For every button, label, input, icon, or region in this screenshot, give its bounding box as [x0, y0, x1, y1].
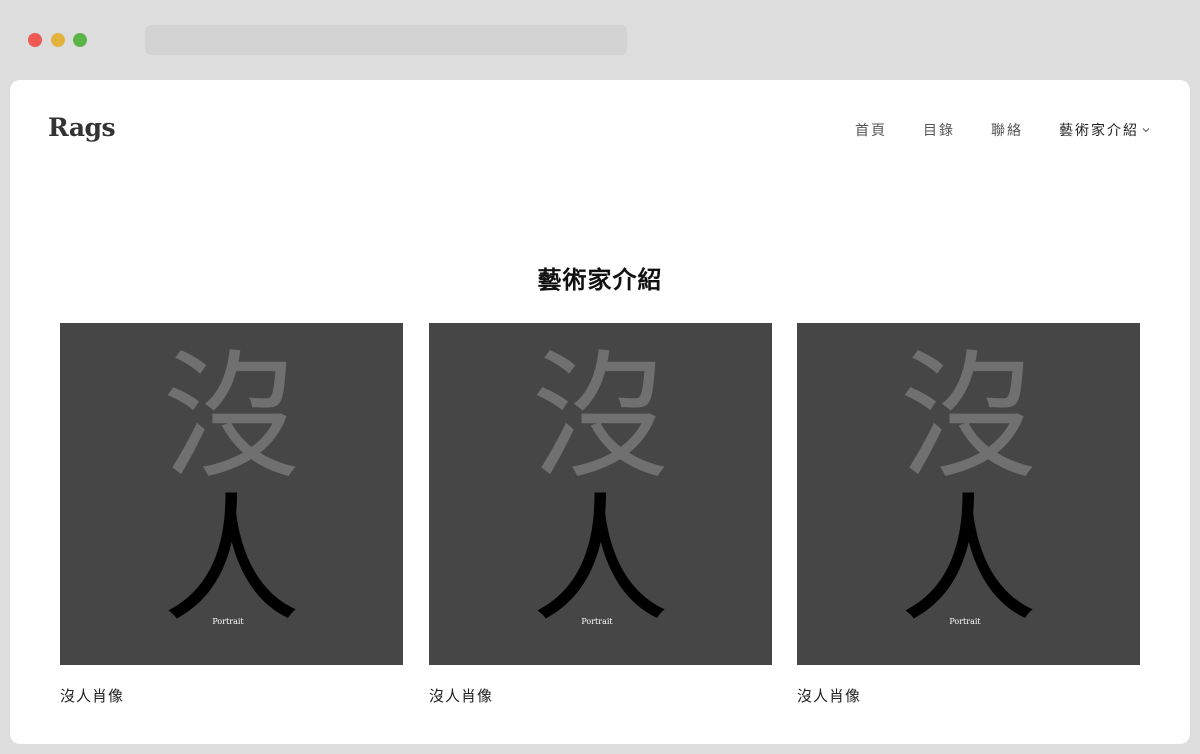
card-image-subtitle: Portrait: [581, 617, 613, 626]
main-nav: 首頁 目錄 聯絡 藝術家介紹: [819, 120, 1151, 140]
site-logo[interactable]: Rags: [48, 113, 116, 142]
card-glyph-bottom: 人: [162, 480, 301, 641]
card-caption[interactable]: 沒人肖像: [60, 685, 403, 706]
chevron-down-icon: [1142, 128, 1150, 133]
web-page: Rags 首頁 目錄 聯絡 藝術家介紹 藝術家介紹 沒 人 Portrait 沒…: [10, 80, 1190, 744]
card-image-subtitle: Portrait: [949, 617, 981, 626]
card-glyph-top: 沒: [162, 337, 301, 498]
page-title: 藝術家介紹: [537, 266, 663, 294]
card-glyph-bottom: 人: [531, 480, 670, 641]
nav-item-artists-label: 藝術家介紹: [1059, 123, 1139, 139]
address-bar[interactable]: [145, 25, 627, 55]
artist-card[interactable]: 沒 人 Portrait 沒人肖像: [797, 323, 1140, 706]
artist-card[interactable]: 沒 人 Portrait 沒人肖像: [429, 323, 772, 706]
browser-window: Rags 首頁 目錄 聯絡 藝術家介紹 藝術家介紹 沒 人 Portrait 沒…: [0, 0, 1200, 754]
card-caption[interactable]: 沒人肖像: [797, 685, 1140, 706]
nav-item-home[interactable]: 首頁: [855, 120, 887, 140]
nav-item-artists[interactable]: 藝術家介紹: [1059, 120, 1151, 140]
nav-item-catalog[interactable]: 目錄: [923, 120, 955, 140]
card-image-subtitle: Portrait: [212, 617, 244, 626]
card-glyph-top: 沒: [531, 337, 670, 498]
close-window-dot[interactable]: [28, 33, 42, 47]
card-glyph-bottom: 人: [899, 480, 1038, 641]
maximize-window-dot[interactable]: [73, 33, 87, 47]
artist-card[interactable]: 沒 人 Portrait 沒人肖像: [60, 323, 403, 706]
nav-item-contact[interactable]: 聯絡: [991, 120, 1023, 140]
card-caption[interactable]: 沒人肖像: [429, 685, 772, 706]
card-glyph-top: 沒: [899, 337, 1038, 498]
minimize-window-dot[interactable]: [51, 33, 65, 47]
card-image[interactable]: 沒 人 Portrait: [429, 323, 772, 665]
card-image[interactable]: 沒 人 Portrait: [797, 323, 1140, 665]
card-image[interactable]: 沒 人 Portrait: [60, 323, 403, 665]
